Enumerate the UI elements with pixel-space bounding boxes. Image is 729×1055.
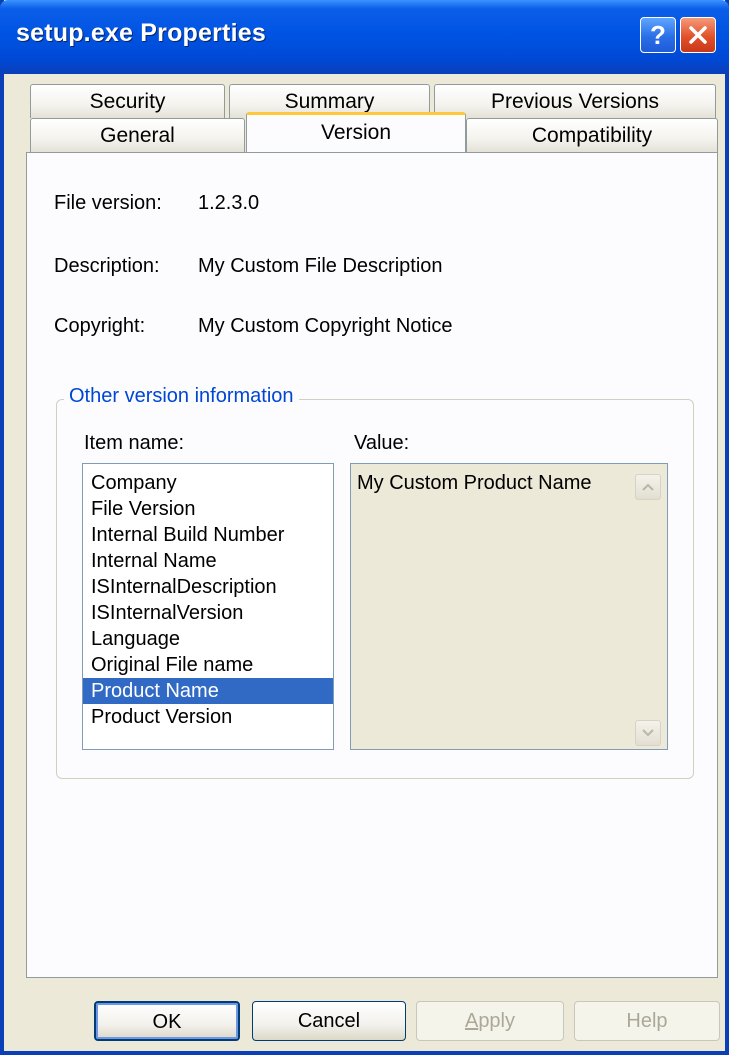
list-item-internal-name[interactable]: Internal Name — [83, 548, 333, 574]
list-item-product-name[interactable]: Product Name — [83, 678, 333, 704]
list-item-file-version[interactable]: File Version — [83, 496, 333, 522]
help-dialog-button[interactable]: Help — [574, 1001, 720, 1041]
tab-version[interactable]: Version — [246, 112, 466, 152]
tab-general[interactable]: General — [30, 118, 245, 152]
copyright-value: My Custom Copyright Notice — [198, 315, 453, 337]
scroll-up-button[interactable] — [635, 474, 661, 500]
close-button[interactable] — [680, 17, 716, 53]
chevron-up-icon — [642, 483, 654, 491]
help-button[interactable]: ? — [640, 17, 676, 53]
description-value: My Custom File Description — [198, 255, 443, 277]
window-title: setup.exe Properties — [16, 19, 266, 47]
list-item-internal-build-number[interactable]: Internal Build Number — [83, 522, 333, 548]
value-textbox[interactable]: My Custom Product Name — [350, 463, 668, 750]
cancel-button[interactable]: Cancel — [252, 1001, 406, 1041]
value-text: My Custom Product Name — [357, 472, 592, 494]
list-item-company[interactable]: Company — [83, 470, 333, 496]
question-mark-icon: ? — [650, 19, 666, 50]
item-name-list[interactable]: Company File Version Internal Build Numb… — [82, 463, 334, 750]
copyright-label: Copyright: — [54, 315, 146, 337]
tab-compatibility[interactable]: Compatibility — [466, 118, 718, 152]
item-name-label: Item name: — [84, 432, 185, 454]
tab-previous-versions[interactable]: Previous Versions — [434, 84, 716, 118]
list-item-isinternaldescription[interactable]: ISInternalDescription — [83, 574, 333, 600]
group-title: Other version information — [64, 385, 299, 408]
close-icon — [689, 26, 707, 44]
file-version-label: File version: — [54, 192, 162, 214]
value-label: Value: — [354, 432, 410, 454]
list-item-isinternalversion[interactable]: ISInternalVersion — [83, 600, 333, 626]
list-item-language[interactable]: Language — [83, 626, 333, 652]
description-label: Description: — [54, 255, 160, 277]
ok-button[interactable]: OK — [94, 1001, 240, 1041]
chevron-down-icon — [642, 729, 654, 737]
file-version-value: 1.2.3.0 — [198, 192, 260, 214]
list-item-product-version[interactable]: Product Version — [83, 704, 333, 730]
tab-security[interactable]: Security — [30, 84, 225, 118]
apply-button[interactable]: Apply — [416, 1001, 564, 1041]
scroll-down-button[interactable] — [635, 720, 661, 746]
list-item-original-file-name[interactable]: Original File name — [83, 652, 333, 678]
title-bar[interactable]: setup.exe Properties ? — [0, 0, 729, 74]
